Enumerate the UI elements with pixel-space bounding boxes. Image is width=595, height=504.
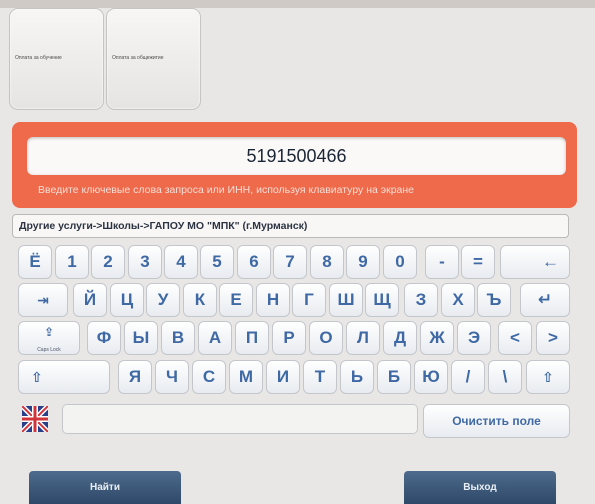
key-f[interactable]: Ф bbox=[87, 321, 121, 355]
key-0[interactable]: 0 bbox=[383, 245, 417, 279]
caps-lock-label: Caps Lock bbox=[37, 347, 61, 353]
key-2[interactable]: 2 bbox=[91, 245, 125, 279]
key-r[interactable]: Р bbox=[272, 321, 306, 355]
search-hint: Введите ключевые слова запроса или ИНН, … bbox=[38, 184, 415, 196]
enter-key[interactable]: ↵ bbox=[520, 283, 570, 317]
key-ch[interactable]: Ч bbox=[155, 360, 189, 394]
key-5[interactable]: 5 bbox=[200, 245, 234, 279]
breadcrumb: Другие услуги->Школы->ГАПОУ МО "МПК" (г.… bbox=[12, 214, 569, 238]
key-i-kratkoe[interactable]: Й bbox=[73, 283, 107, 317]
key-kh[interactable]: Х bbox=[441, 283, 475, 317]
key-yu[interactable]: Ю bbox=[414, 360, 448, 394]
right-shift-key[interactable]: ⇧ bbox=[526, 360, 570, 394]
key-3[interactable]: 3 bbox=[128, 245, 162, 279]
key-i[interactable]: И bbox=[266, 360, 300, 394]
key-p[interactable]: П bbox=[235, 321, 269, 355]
key-s[interactable]: С bbox=[192, 360, 226, 394]
key-7[interactable]: 7 bbox=[273, 245, 307, 279]
key-1[interactable]: 1 bbox=[55, 245, 89, 279]
find-button[interactable]: Найти bbox=[29, 471, 181, 504]
key-g[interactable]: Г bbox=[292, 283, 326, 317]
key-b[interactable]: Б bbox=[377, 360, 411, 394]
key-slash[interactable]: / bbox=[451, 360, 485, 394]
key-equals[interactable]: = bbox=[461, 245, 495, 279]
key-t[interactable]: Т bbox=[303, 360, 337, 394]
left-shift-key[interactable]: ⇧ bbox=[18, 360, 110, 394]
key-d[interactable]: Д bbox=[383, 321, 417, 355]
tile-label: Оплата за обучение bbox=[15, 55, 62, 61]
key-l[interactable]: Л bbox=[346, 321, 380, 355]
key-m[interactable]: М bbox=[229, 360, 263, 394]
key-8[interactable]: 8 bbox=[310, 245, 344, 279]
tile-label: Оплата за общежитие bbox=[112, 55, 164, 61]
key-sh[interactable]: Ш bbox=[329, 283, 363, 317]
key-9[interactable]: 9 bbox=[346, 245, 380, 279]
key-yo[interactable]: Ё bbox=[18, 245, 52, 279]
key-backslash[interactable]: \ bbox=[488, 360, 522, 394]
tile-tuition-payment[interactable]: Оплата за обучение bbox=[9, 8, 104, 110]
keyboard-spacebar[interactable] bbox=[62, 404, 418, 434]
search-input[interactable]: 5191500466 bbox=[27, 137, 566, 175]
key-a[interactable]: А bbox=[198, 321, 232, 355]
key-zh[interactable]: Ж bbox=[420, 321, 454, 355]
key-6[interactable]: 6 bbox=[237, 245, 271, 279]
key-ya[interactable]: Я bbox=[118, 360, 152, 394]
exit-button[interactable]: Выход bbox=[404, 471, 556, 504]
key-ts[interactable]: Ц bbox=[110, 283, 144, 317]
key-soft-sign[interactable]: Ь bbox=[340, 360, 374, 394]
key-o[interactable]: О bbox=[309, 321, 343, 355]
key-e[interactable]: Е bbox=[219, 283, 253, 317]
key-z[interactable]: З bbox=[404, 283, 438, 317]
caps-lock-key[interactable]: ⇪ Caps Lock bbox=[18, 321, 80, 355]
caps-lock-icon: ⇪ bbox=[43, 325, 55, 339]
key-greater-than[interactable]: > bbox=[536, 321, 570, 355]
clear-field-button[interactable]: Очистить поле bbox=[423, 404, 570, 438]
tile-dormitory-payment[interactable]: Оплата за общежитие bbox=[106, 8, 201, 110]
key-v[interactable]: В bbox=[161, 321, 195, 355]
key-less-than[interactable]: < bbox=[498, 321, 532, 355]
key-y[interactable]: Ы bbox=[124, 321, 158, 355]
key-e-oborotnoe[interactable]: Э bbox=[457, 321, 491, 355]
key-k[interactable]: К bbox=[183, 283, 217, 317]
key-minus[interactable]: - bbox=[425, 245, 459, 279]
uk-flag-icon[interactable] bbox=[20, 404, 50, 434]
key-hard-sign[interactable]: Ъ bbox=[477, 283, 511, 317]
key-n[interactable]: Н bbox=[256, 283, 290, 317]
key-4[interactable]: 4 bbox=[164, 245, 198, 279]
top-strip bbox=[0, 0, 595, 8]
key-shch[interactable]: Щ bbox=[365, 283, 399, 317]
tab-key[interactable]: ⇥ bbox=[18, 283, 68, 317]
backspace-key[interactable]: ← bbox=[500, 245, 570, 279]
key-u[interactable]: У bbox=[146, 283, 180, 317]
